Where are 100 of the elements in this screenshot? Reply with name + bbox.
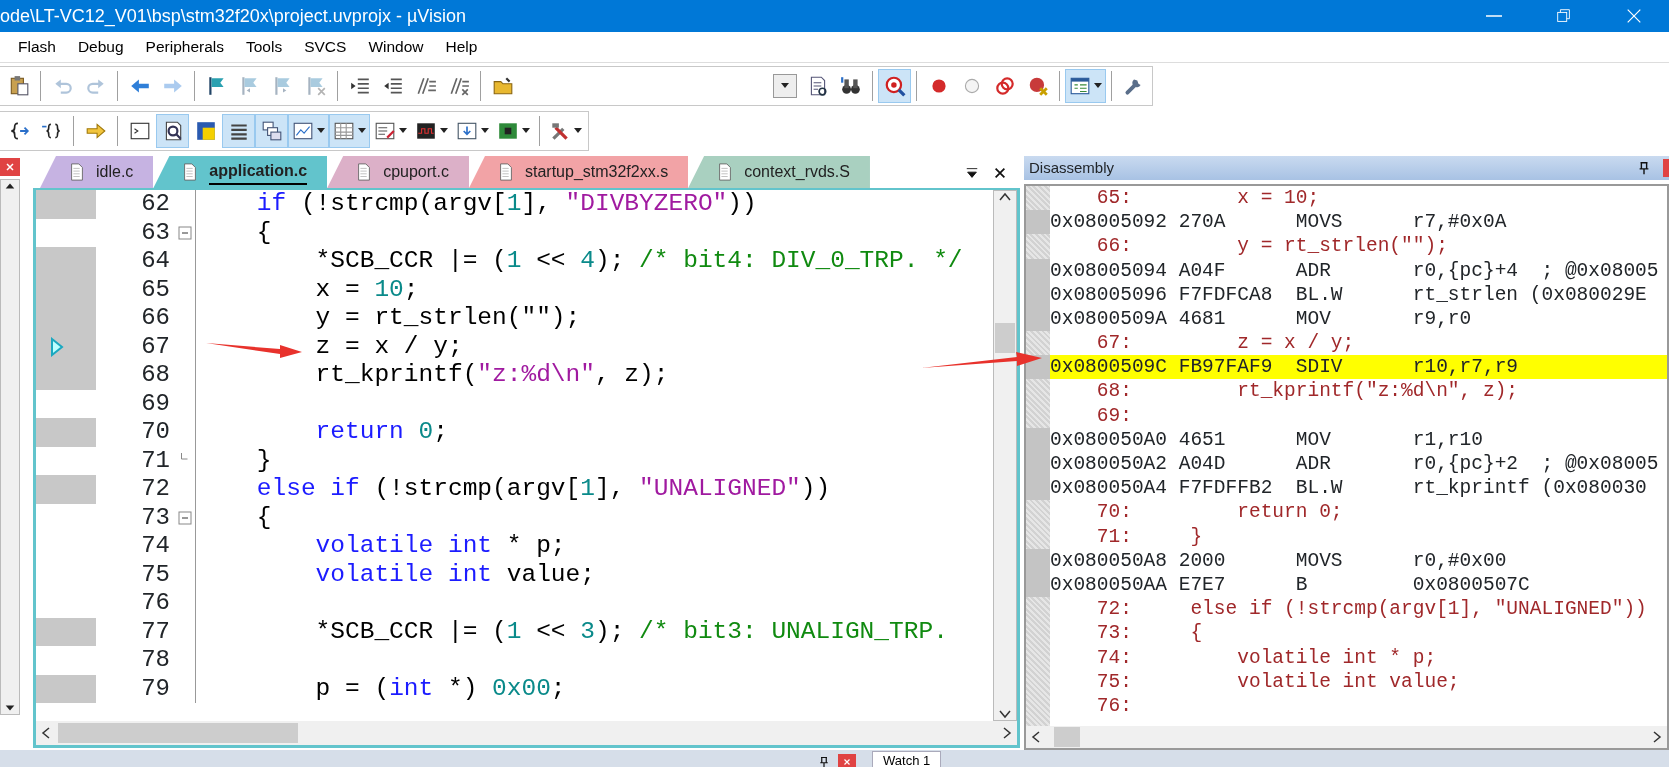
line-number: 64 [140, 246, 171, 277]
close-icon [1625, 7, 1643, 25]
code-line: volatile int value; [314, 560, 595, 589]
toolbar-button[interactable] [1065, 68, 1106, 103]
pin-icon [1637, 159, 1651, 176]
caret-icon [522, 128, 530, 133]
scrollbar-thumb[interactable] [995, 323, 1015, 353]
file-tab[interactable]: context_rvds.S [688, 156, 870, 188]
scroll-down-icon [998, 708, 1012, 720]
line-number: 74 [140, 531, 171, 562]
code-line: *SCB_CCR |= (1 << 4); /* bit4: DIV_0_TRP. */ [314, 247, 963, 276]
menu-item[interactable]: SVCS [293, 32, 358, 62]
file-tab[interactable]: startup_stm32f2xx.s [468, 156, 689, 188]
scrollbar[interactable] [0, 179, 20, 715]
source-line: 73: { [1095, 621, 1204, 646]
line-number: 65 [140, 274, 171, 305]
toolbar-button[interactable] [156, 113, 189, 148]
source-line: 69: [1095, 403, 1133, 428]
source-line: 65: x = 10; [1095, 185, 1321, 211]
code-line: volatile int * p; [314, 532, 566, 561]
panel-tab[interactable]: Watch 1 [872, 751, 942, 767]
code-marker [1026, 258, 1050, 283]
code-line: return 0; [314, 418, 448, 447]
caret-icon [1094, 83, 1102, 88]
caret-icon [781, 83, 789, 88]
dropdown-icon [965, 166, 979, 180]
code-marker [1026, 210, 1050, 235]
source-line: 71: } [1095, 524, 1204, 549]
line-number: 67 [140, 331, 171, 362]
instruction-line: 0x080050A2 A04D ADR r0,{pc}+2 ; @0x08005 [1050, 452, 1660, 477]
code-line: } [255, 446, 272, 475]
linked-circles-icon [993, 74, 1016, 97]
instruction-line: 0x08005094 A04F ADR r0,{pc}+4 ; @0x08005 [1050, 258, 1660, 283]
caret-icon [317, 128, 325, 133]
close-icon [993, 166, 1007, 180]
line-number: 69 [140, 388, 171, 419]
scrollbar[interactable] [993, 190, 1017, 721]
code-line: p = (int *) 0x00; [314, 674, 566, 703]
caret-icon [440, 128, 448, 133]
file-tab[interactable]: cpuport.c [327, 156, 469, 188]
scrollbar-thumb[interactable] [1054, 727, 1080, 747]
line-number: 71 [140, 445, 171, 476]
code-line: { [255, 218, 272, 247]
code-line: else if (!strcmp(argv[1], "UNALIGNED")) [255, 475, 831, 504]
call-stack-icon [260, 119, 283, 142]
menu-item[interactable]: Peripherals [134, 32, 235, 62]
file-tab[interactable]: idle.c [40, 156, 154, 188]
close-button[interactable] [0, 158, 20, 176]
close-icon [842, 756, 852, 767]
scroll-left-icon [40, 726, 52, 740]
instruction-line: 0x080050A4 F7FDFFB2 BL.W rt_kprintf (0x080030 [1050, 476, 1648, 501]
caret-icon [358, 128, 366, 133]
dropdown-button[interactable] [773, 73, 797, 98]
menu-item[interactable]: Help [434, 32, 489, 62]
line-number: 76 [140, 588, 171, 619]
scroll-right-icon [1651, 730, 1663, 744]
line-number: 73 [140, 502, 171, 533]
file-icon [68, 161, 86, 183]
code-marker [1026, 306, 1050, 332]
line-number: 66 [140, 303, 171, 334]
line-number: 79 [140, 673, 171, 704]
code-marker [1026, 572, 1050, 598]
line-number: 72 [140, 474, 171, 505]
instruction-line: 0x080050A0 4651 MOV r1,r10 [1050, 427, 1484, 452]
source-line: 75: volatile int value; [1095, 669, 1461, 694]
line-number: 78 [140, 645, 171, 676]
menu-item[interactable]: Window [357, 32, 435, 62]
menu-item[interactable]: Flash [7, 32, 67, 62]
scrollbar[interactable] [1026, 726, 1667, 748]
close-button[interactable] [838, 754, 856, 767]
window-title: ode\LT-VC12_V01\bsp\stm32f20x\project.uvprojx - µVision [0, 5, 466, 29]
code-line: y = rt_strlen(""); [314, 304, 581, 333]
line-number: 75 [140, 559, 171, 590]
code-marker [1026, 476, 1050, 501]
scrollbar-thumb[interactable] [58, 723, 298, 743]
code-line: if (!strcmp(argv[1], "DIVBYZERO")) [255, 190, 757, 219]
scroll-left-icon [1030, 730, 1042, 744]
code-line: x = 10; [314, 275, 419, 304]
code-line: z = x / y; [314, 332, 463, 361]
toolbar-button[interactable] [222, 113, 255, 148]
restore-icon [1555, 7, 1573, 25]
code-line: *SCB_CCR |= (1 << 3); /* bit3: UNALIGN_TRP. [314, 617, 948, 646]
source-line: 70: return 0; [1095, 500, 1344, 525]
caret-icon [481, 128, 489, 133]
pin-icon [818, 754, 830, 767]
source-line: 76: [1095, 693, 1133, 719]
instruction-line: 0x080050A8 2000 MOVS r0,#0x00 [1050, 548, 1508, 573]
menu-item[interactable]: Debug [66, 32, 135, 62]
code-line: { [255, 503, 272, 532]
line-number: 70 [140, 417, 171, 448]
source-line: 66: y = rt_strlen(""); [1095, 234, 1449, 259]
menu-item[interactable]: Tools [235, 32, 294, 62]
instruction-line: 0x08005092 270A MOVS r7,#0x0A [1050, 210, 1508, 235]
magnifier-icon [883, 74, 906, 97]
scrollbar[interactable] [36, 721, 1017, 745]
binoculars-icon [839, 74, 862, 97]
file-tab[interactable]: application.c [153, 156, 328, 188]
scroll-right-icon [1001, 726, 1013, 740]
minimize-icon [1486, 15, 1502, 17]
line-number: 63 [140, 217, 171, 248]
